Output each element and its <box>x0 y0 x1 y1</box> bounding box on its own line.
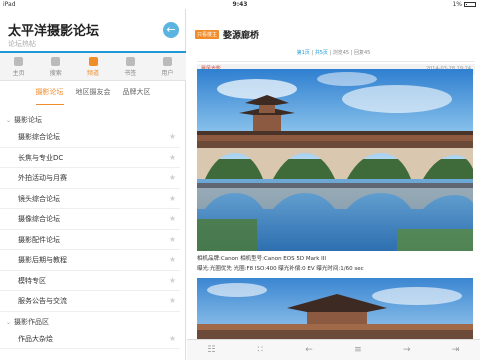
prev-page-icon[interactable]: ← <box>299 345 319 355</box>
list-item-label: 摄影综合论坛 <box>18 133 60 141</box>
back-arrow-icon[interactable]: ← <box>163 22 179 38</box>
list-item-label: 摄影配件论坛 <box>18 235 60 244</box>
sub-tabs: 摄影论坛 地区摄友会 品牌大区 <box>0 87 186 105</box>
status-bar: iPad 9:43 1% <box>0 0 480 9</box>
tab-regional-clubs[interactable]: 地区摄友会 <box>76 87 111 105</box>
star-icon[interactable]: ★ <box>169 230 176 250</box>
group-title: 摄影论坛 <box>14 116 43 124</box>
list-icon[interactable]: ≡ <box>348 345 368 355</box>
chevron-down-icon: ⌄ <box>6 318 12 326</box>
list-item[interactable]: 摄影配件论坛 ★ <box>0 230 180 250</box>
home-icon <box>14 57 24 66</box>
search-icon <box>51 57 61 66</box>
list-item[interactable]: 作品大杂烩 ★ <box>0 329 180 349</box>
group-header[interactable]: ⌄ 摄影作品区 <box>0 316 186 329</box>
list-item-label: 镜头综合论坛 <box>18 194 60 203</box>
star-icon[interactable]: ★ <box>169 271 176 291</box>
list-item[interactable]: 摄影综合论坛 ★ <box>0 127 180 148</box>
clock: 9:43 <box>232 1 248 8</box>
bridge-photo <box>197 69 473 251</box>
forum-subtitle: 论坛热帖 <box>8 40 36 48</box>
exif-exposure: 曝光:光圈优先 光圈:F8 ISO:400 曝光补偿:0 EV 曝光时间:1/6… <box>197 266 364 272</box>
list-item[interactable]: 外拍活动与月赛 ★ <box>0 168 180 189</box>
nav-search-label: 搜索 <box>49 70 62 77</box>
tab-photo-forum[interactable]: 摄影论坛 <box>35 87 64 105</box>
post-photo[interactable] <box>197 278 473 348</box>
channel-icon <box>88 57 98 66</box>
nav-bookmark[interactable]: 书签 <box>112 53 149 80</box>
exif-camera: 相机品牌:Canon 相机型号:Canon EOS 5D Mark III <box>197 256 327 262</box>
nav-user[interactable]: 用户 <box>149 53 186 80</box>
star-icon[interactable]: ★ <box>169 168 176 188</box>
post-photo[interactable] <box>197 69 473 251</box>
bottom-toolbar: ☷ ∷ ← ≡ → ⇥ <box>187 339 480 360</box>
post-title-row: 只看楼主 婺源廊桥 <box>195 28 259 41</box>
bookmark-icon <box>125 57 135 66</box>
nav-home[interactable]: 主页 <box>0 53 37 80</box>
nav-channel-label: 频道 <box>87 70 100 77</box>
forum-list: ⌄ 摄影论坛 摄影综合论坛 ★ 长焦与专业DC ★ 外拍活动与月赛 ★ 镜头综合论坛 ★ … <box>0 114 186 349</box>
star-icon[interactable]: ★ <box>169 127 176 147</box>
post-view: 只看楼主 婺源廊桥 第1页 | 共5页 | 浏览45 | 回复45 晨风光影 2… <box>187 9 480 360</box>
list-item[interactable]: 长焦与专业DC ★ <box>0 148 180 168</box>
star-icon[interactable]: ★ <box>169 189 176 209</box>
battery-status: 1% <box>452 0 476 9</box>
page-current[interactable]: 第1页 <box>297 50 310 56</box>
tab-brand-zone[interactable]: 品牌大区 <box>123 87 151 105</box>
bookmark-add-icon[interactable]: ☷ <box>201 345 221 355</box>
main-nav: 主页 搜索 频道 书签 用户 <box>0 53 186 81</box>
list-item-label: 服务公告与交流 <box>18 297 67 305</box>
group-title: 摄影作品区 <box>14 317 50 326</box>
nav-bookmark-label: 书签 <box>124 70 137 77</box>
forum-title: 太平洋摄影论坛 <box>8 24 100 39</box>
only-op-button[interactable]: 只看楼主 <box>195 30 220 39</box>
star-icon[interactable]: ★ <box>169 329 176 349</box>
list-item-label: 长焦与专业DC <box>18 153 64 162</box>
list-item[interactable]: 服务公告与交流 ★ <box>0 291 180 312</box>
post-title: 婺源廊桥 <box>223 31 260 41</box>
star-icon[interactable]: ★ <box>169 209 176 229</box>
list-item[interactable]: 镜头综合论坛 ★ <box>0 189 180 209</box>
list-item[interactable]: 模特专区 ★ <box>0 271 180 291</box>
star-icon[interactable]: ★ <box>169 291 176 311</box>
last-page-icon[interactable]: ⇥ <box>446 345 466 355</box>
list-item-label: 模特专区 <box>18 276 46 285</box>
list-item-label: 摄影后期与教程 <box>18 256 67 264</box>
page-total[interactable]: 共5页 <box>315 50 328 56</box>
bridge-photo-2 <box>197 278 473 348</box>
list-item[interactable]: 摄像综合论坛 ★ <box>0 209 180 230</box>
group-header[interactable]: ⌄ 摄影论坛 <box>0 114 186 127</box>
list-item[interactable]: 摄影后期与教程 ★ <box>0 250 180 271</box>
next-page-icon[interactable]: → <box>397 345 417 355</box>
view-count: 浏览45 <box>332 50 350 56</box>
grid-icon[interactable]: ∷ <box>250 345 270 355</box>
chevron-down-icon: ⌄ <box>6 117 12 124</box>
reply-count: 回复45 <box>354 50 371 56</box>
nav-search[interactable]: 搜索 <box>37 53 74 80</box>
battery-icon <box>464 2 476 7</box>
user-icon <box>162 57 172 66</box>
list-item-label: 摄像综合论坛 <box>18 215 60 223</box>
nav-channel[interactable]: 频道 <box>74 53 111 80</box>
nav-user-label: 用户 <box>161 70 174 77</box>
list-item-label: 作品大杂烩 <box>18 334 53 343</box>
sidebar: 太平洋摄影论坛 论坛热帖 ← 主页 搜索 频道 书签 用户 摄影论坛 地区摄友会… <box>0 9 186 360</box>
battery-percent: 1% <box>452 1 462 8</box>
post-meta: 第1页 | 共5页 | 浏览45 | 回复45 <box>296 50 371 56</box>
list-item-label: 外拍活动与月赛 <box>18 174 67 182</box>
nav-home-label: 主页 <box>12 70 25 77</box>
star-icon[interactable]: ★ <box>169 250 176 270</box>
star-icon[interactable]: ★ <box>169 148 176 168</box>
meta-divider <box>197 61 475 62</box>
